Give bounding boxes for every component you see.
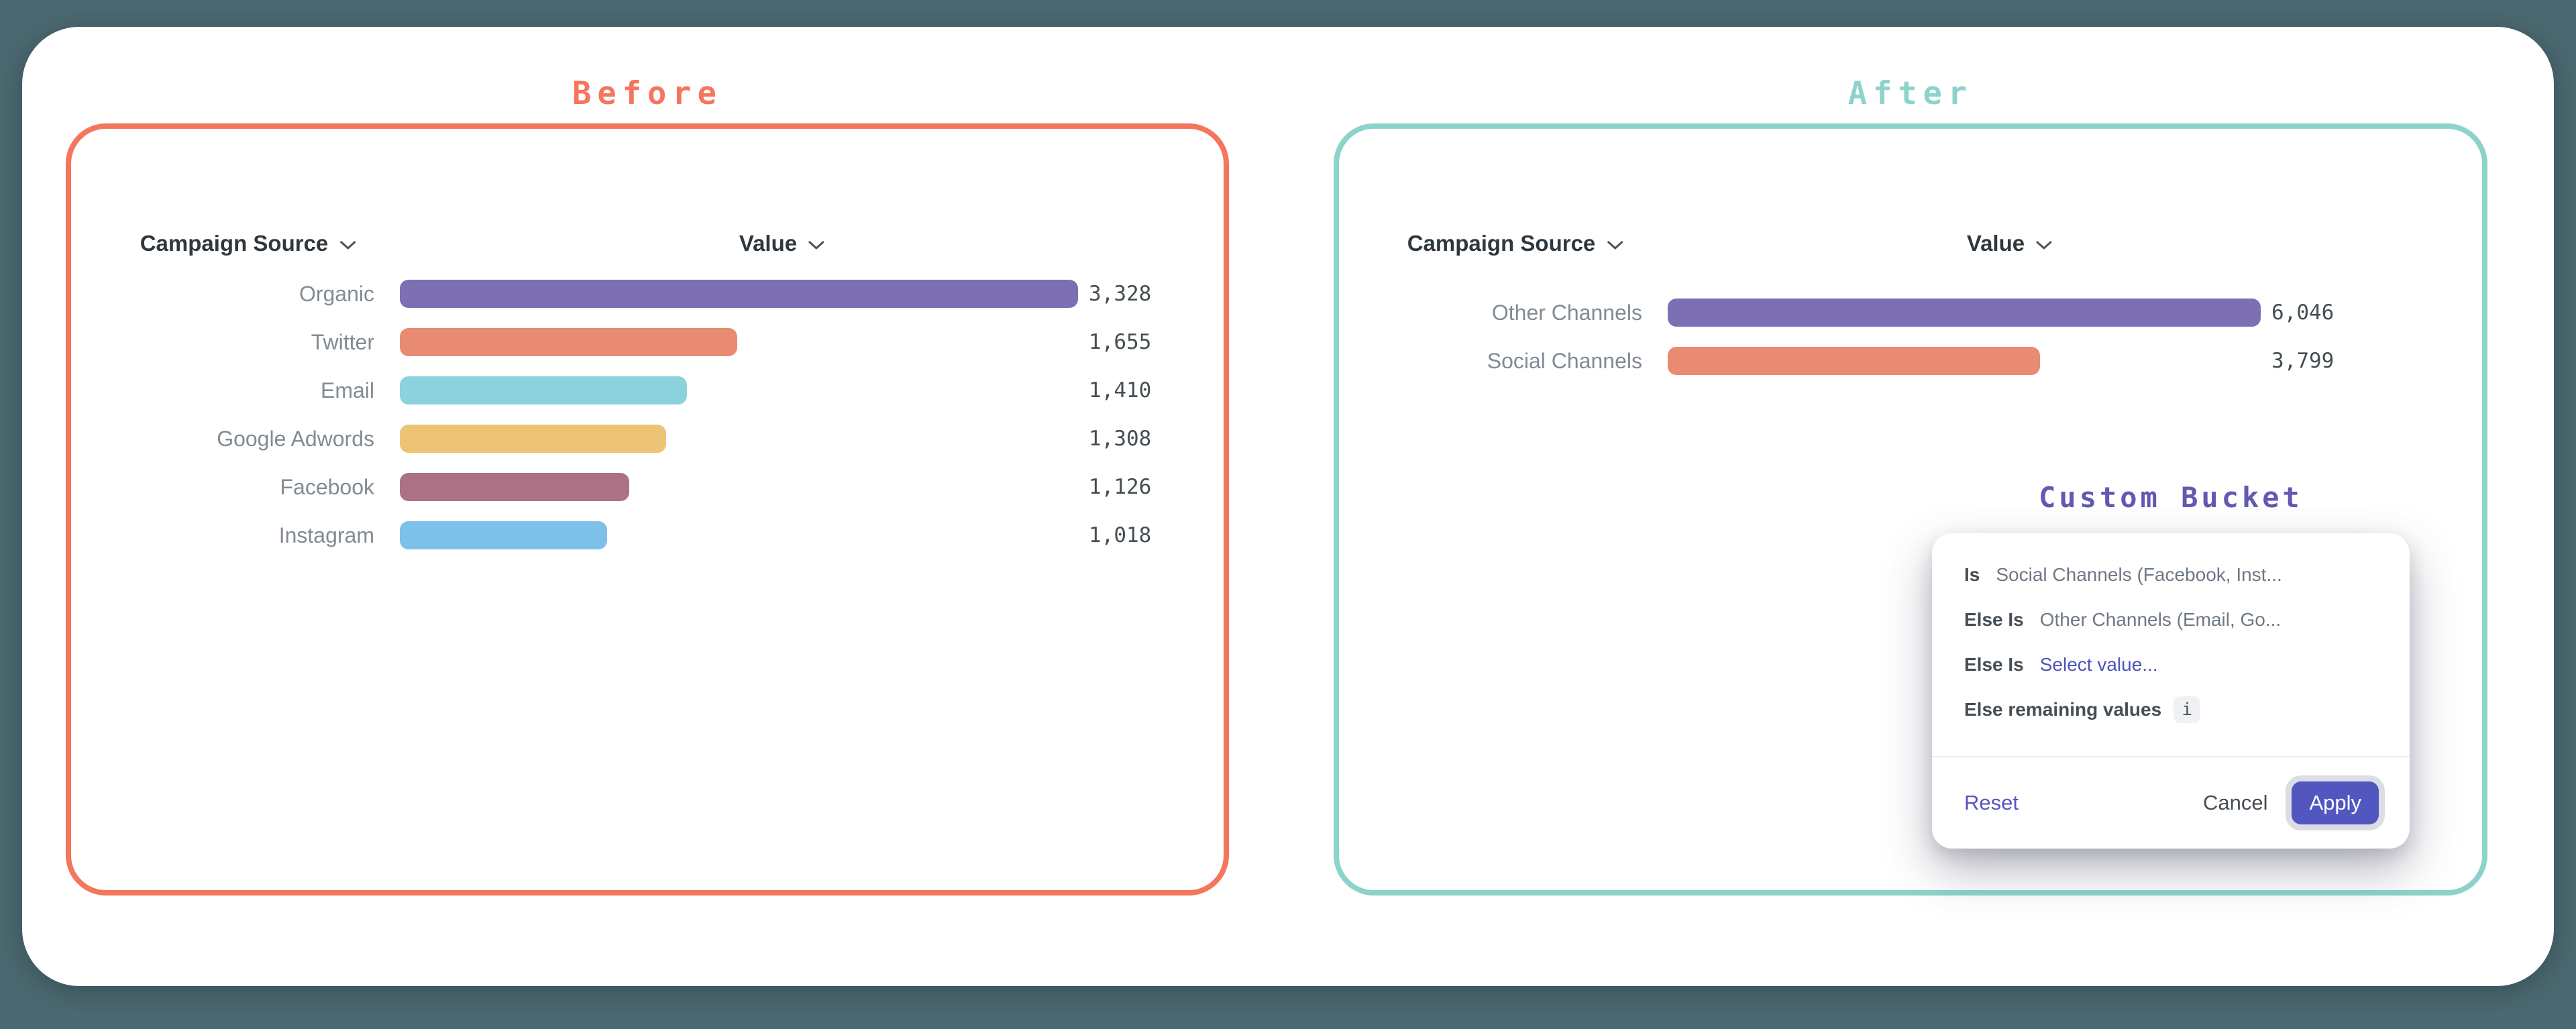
bucket-condition-row: Else Is Other Channels (Email, Go... — [1964, 597, 2383, 642]
table-row: Instagram 1,018 — [71, 511, 1224, 559]
bar-track — [400, 376, 1078, 404]
condition-label: Else Is — [1964, 654, 2024, 675]
table-row: Google Adwords 1,308 — [71, 415, 1224, 463]
category-label: Google Adwords — [71, 427, 374, 451]
bar-track — [1668, 347, 2261, 375]
value-label: 3,799 — [2271, 349, 2334, 373]
bar-track — [400, 280, 1078, 308]
column-header-label: Campaign Source — [140, 231, 329, 256]
column-header-value[interactable]: Value — [739, 231, 825, 256]
chevron-down-icon — [339, 240, 356, 251]
bar-track — [1668, 299, 2261, 327]
column-header-campaign-source[interactable]: Campaign Source — [140, 231, 357, 256]
bucket-condition-row: Else remaining values i — [1964, 687, 2383, 732]
apply-button[interactable]: Apply — [2292, 781, 2379, 824]
bar-track — [400, 473, 1078, 501]
category-label: Other Channels — [1339, 301, 1642, 325]
bar-track — [400, 425, 1078, 453]
bar[interactable] — [400, 280, 1078, 308]
table-row: Facebook 1,126 — [71, 463, 1224, 511]
condition-value[interactable]: Other Channels (Email, Go... — [2040, 609, 2281, 631]
column-header-label: Campaign Source — [1407, 231, 1596, 256]
category-label: Facebook — [71, 475, 374, 500]
after-title: After — [1334, 75, 2487, 114]
value-label: 1,308 — [1089, 427, 1151, 451]
cancel-button[interactable]: Cancel — [2203, 791, 2268, 815]
bar-track — [400, 328, 1078, 356]
value-label: 6,046 — [2271, 301, 2334, 325]
table-row: Other Channels 6,046 — [1339, 288, 2482, 337]
column-header-value[interactable]: Value — [1967, 231, 2053, 256]
bar[interactable] — [1668, 347, 2040, 375]
column-header-label: Value — [1967, 231, 2025, 256]
chevron-down-icon — [1606, 240, 1623, 251]
table-row: Organic 3,328 — [71, 270, 1224, 318]
custom-bucket-dialog: Is Social Channels (Facebook, Inst... Else… — [1932, 533, 2410, 849]
bar[interactable] — [400, 328, 737, 356]
bar[interactable] — [400, 376, 687, 404]
dialog-body: Is Social Channels (Facebook, Inst... Else… — [1932, 533, 2410, 756]
after-table-rows: Other Channels 6,046 Social Channels 3,799 — [1339, 288, 2482, 385]
category-label: Social Channels — [1339, 349, 1642, 374]
before-panel: Campaign Source Value Organic 3,328 Twitte… — [66, 123, 1229, 896]
category-label: Organic — [71, 282, 374, 307]
chevron-down-icon — [2035, 240, 2053, 251]
info-icon[interactable]: i — [2174, 696, 2200, 723]
category-label: Email — [71, 378, 374, 403]
column-header-campaign-source[interactable]: Campaign Source — [1407, 231, 1624, 256]
chevron-down-icon — [808, 240, 825, 251]
category-label: Twitter — [71, 330, 374, 355]
reset-button[interactable]: Reset — [1964, 791, 2019, 815]
custom-bucket-title: Custom Bucket — [1932, 481, 2410, 514]
select-value-link[interactable]: Select value... — [2040, 654, 2158, 675]
bar[interactable] — [400, 473, 629, 501]
bar[interactable] — [400, 521, 607, 549]
bucket-condition-row: Is Social Channels (Facebook, Inst... — [1964, 552, 2383, 597]
bar[interactable] — [1668, 299, 2261, 327]
column-header-label: Value — [739, 231, 797, 256]
dialog-footer: Reset Cancel Apply — [1932, 756, 2410, 849]
category-label: Instagram — [71, 523, 374, 548]
value-label: 1,126 — [1089, 475, 1151, 499]
value-label: 3,328 — [1089, 282, 1151, 306]
condition-value[interactable]: Social Channels (Facebook, Inst... — [1996, 564, 2282, 586]
condition-label: Is — [1964, 564, 1980, 586]
table-row: Twitter 1,655 — [71, 318, 1224, 366]
table-row: Social Channels 3,799 — [1339, 337, 2482, 385]
condition-label: Else Is — [1964, 609, 2024, 631]
bucket-condition-row: Else Is Select value... — [1964, 642, 2383, 687]
condition-label: Else remaining values — [1964, 699, 2161, 720]
value-label: 1,655 — [1089, 330, 1151, 354]
value-label: 1,410 — [1089, 378, 1151, 402]
before-table-rows: Organic 3,328 Twitter 1,655 Email 1,410 Google… — [71, 270, 1224, 559]
table-row: Email 1,410 — [71, 366, 1224, 415]
bar[interactable] — [400, 425, 666, 453]
value-label: 1,018 — [1089, 523, 1151, 547]
bar-track — [400, 521, 1078, 549]
before-title: Before — [66, 75, 1229, 114]
page-background: Before After Campaign Source Value Organ… — [0, 0, 2576, 1029]
